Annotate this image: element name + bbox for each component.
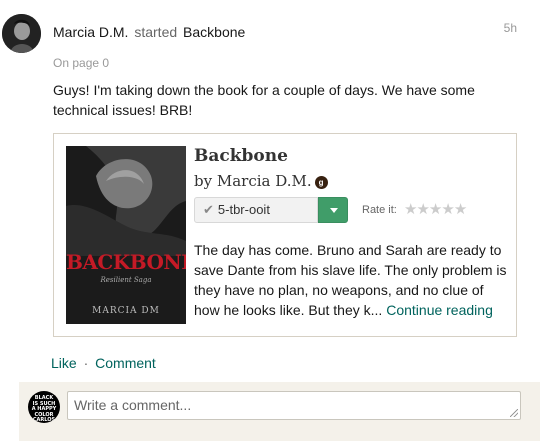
timestamp-link[interactable]: 5h [504, 21, 517, 35]
author-avatar[interactable] [2, 14, 41, 53]
book-card-author-link[interactable]: by Marcia D.M. [194, 172, 312, 190]
post-actions: Like · Comment [51, 355, 156, 371]
commenter-avatar-text: BLACK IS SUCH A HAPPY COLOR CARLOS [31, 395, 57, 423]
checkmark-icon: ✔ [203, 202, 214, 217]
shelf-status-button[interactable]: ✔ 5-tbr-ooit [194, 197, 318, 223]
star-icon[interactable]: ★ [441, 200, 454, 218]
cover-subtitle: Resilient Saga [100, 276, 152, 284]
star-rating: ★★★★★ [404, 200, 467, 218]
update-headline: Marcia D.M. started Backbone [53, 24, 245, 40]
cover-author: MARCIA DM [92, 306, 160, 316]
comment-link[interactable]: Comment [95, 355, 156, 371]
shelf-status-label: 5-tbr-ooit [217, 202, 270, 217]
cover-title: BACKBONE [66, 250, 186, 274]
update-message: Guys! I'm taking down the book for a cou… [53, 82, 475, 118]
star-icon[interactable]: ★ [454, 200, 467, 218]
book-card: BACKBONE Resilient Saga MARCIA DM Backbo… [53, 133, 517, 337]
comment-input[interactable] [67, 391, 521, 420]
book-cover-art [66, 146, 186, 324]
resize-handle-icon[interactable] [510, 409, 518, 417]
continue-reading-link[interactable]: Continue reading [386, 302, 493, 318]
like-link[interactable]: Like [51, 355, 77, 371]
star-icon[interactable]: ★ [416, 200, 429, 218]
comment-area: BLACK IS SUCH A HAPPY COLOR CARLOS [19, 382, 540, 441]
rate-it-label: Rate it: [362, 204, 397, 216]
star-icon[interactable]: ★ [404, 200, 417, 218]
goodreads-author-icon: g [314, 176, 328, 189]
author-avatar-image [2, 14, 41, 53]
shelf-dropdown-button[interactable] [318, 197, 348, 223]
commenter-avatar[interactable]: BLACK IS SUCH A HAPPY COLOR CARLOS [28, 391, 60, 423]
feed-update-card: Marcia D.M. started Backbone 5h On page … [0, 0, 540, 441]
book-title-link[interactable]: Backbone [183, 24, 245, 40]
action-separator: · [83, 355, 89, 371]
author-name-link[interactable]: Marcia D.M. [53, 24, 128, 40]
book-cover[interactable]: BACKBONE Resilient Saga MARCIA DM [66, 146, 186, 324]
book-card-title[interactable]: Backbone [194, 146, 288, 166]
star-icon[interactable]: ★ [429, 200, 442, 218]
book-description: The day has come. Bruno and Sarah are re… [194, 240, 509, 320]
chevron-down-icon [330, 208, 338, 213]
reading-progress: On page 0 [53, 56, 110, 70]
book-card-author: by Marcia D.M. g [194, 172, 328, 190]
update-verb: started [134, 24, 178, 40]
